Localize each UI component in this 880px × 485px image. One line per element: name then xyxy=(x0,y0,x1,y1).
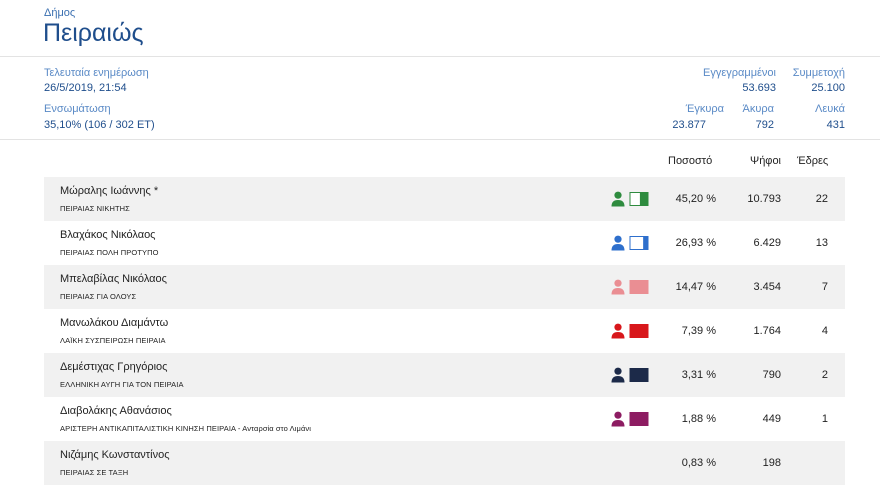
candidate-row[interactable]: Μπελαβίλας Νικόλαος ΠΕΙΡΑΙΑΣ ΓΙΑ ΟΛΟΥΣ 14,… xyxy=(44,265,845,309)
party-color-icon xyxy=(610,367,650,383)
candidate-row[interactable]: Νιζάμης Κωνσταντίνος ΠΕΙΡΑΙΑΣ ΣΕ ΤΑΞΗ 0,83… xyxy=(44,441,845,485)
party-name: ΛΑΪΚΗ ΣΥΣΠΕΙΡΩΣΗ ΠΕΙΡΑΙΑ xyxy=(60,336,166,345)
party-name: ΠΕΙΡΑΙΑΣ ΝΙΚΗΤΗΣ xyxy=(60,204,130,213)
vote-count: 3.454 xyxy=(753,281,781,293)
party-name: ΠΕΙΡΑΙΑΣ ΣΕ ΤΑΞΗ xyxy=(60,468,129,477)
registered-label: Εγγεγραμμένοι xyxy=(703,67,776,79)
seat-count: 1 xyxy=(821,413,828,425)
valid-value: 23.877 xyxy=(672,119,706,131)
vote-count: 10.793 xyxy=(747,193,781,205)
vote-count: 1.764 xyxy=(753,325,781,337)
candidate-name: Δεμέστιχας Γρηγόριος xyxy=(60,361,168,373)
seat-count: 22 xyxy=(815,193,828,205)
person-icon xyxy=(611,411,625,427)
seat-count: 4 xyxy=(821,325,828,337)
municipality-kind-label: Δήμος xyxy=(44,7,76,19)
integration-value: 35,10% (106 / 302 ΕΤ) xyxy=(44,119,155,131)
results-table: Μώραλης Ιωάννης * ΠΕΙΡΑΙΑΣ ΝΙΚΗΤΗΣ 45,20 %… xyxy=(44,177,845,485)
candidate-name: Μπελαβίλας Νικόλαος xyxy=(60,273,167,285)
vote-percent: 45,20 % xyxy=(675,193,716,205)
column-header-seats: Έδρες xyxy=(797,155,829,167)
party-color-icon xyxy=(610,279,650,295)
invalid-label: Άκυρα xyxy=(742,103,774,115)
column-header-votes: Ψήφοι xyxy=(750,155,782,167)
candidate-row[interactable]: Δεμέστιχας Γρηγόριος ΕΛΛΗΝΙΚΗ ΑΥΓΗ ΓΙΑ ΤΟ… xyxy=(44,353,845,397)
party-color-icon xyxy=(610,323,650,339)
summary-panel: Τελευταία ενημέρωση 26/5/2019, 21:54 Ενσ… xyxy=(0,57,880,140)
vote-percent: 26,93 % xyxy=(675,237,716,249)
blank-value: 431 xyxy=(826,119,845,131)
turnout-value: 25.100 xyxy=(811,82,845,94)
vote-count: 6.429 xyxy=(753,237,781,249)
candidate-row[interactable]: Μανωλάκου Διαμάντω ΛΑΪΚΗ ΣΥΣΠΕΙΡΩΣΗ ΠΕΙΡΑ… xyxy=(44,309,845,353)
vote-percent: 14,47 % xyxy=(675,281,716,293)
candidate-name: Μανωλάκου Διαμάντω xyxy=(60,317,169,329)
seat-count: 13 xyxy=(815,237,828,249)
page-header: Δήμος Πειραιώς xyxy=(0,0,880,57)
vote-percent: 7,39 % xyxy=(681,325,716,337)
last-update-label: Τελευταία ενημέρωση xyxy=(44,67,149,79)
party-name: ΠΕΙΡΑΙΑΣ ΠΟΛΗ ΠΡΟΤΥΠΟ xyxy=(60,248,159,257)
party-name: ΕΛΛΗΝΙΚΗ ΑΥΓΗ ΓΙΑ ΤΟΝ ΠΕΙΡΑΙΑ xyxy=(60,380,184,389)
invalid-value: 792 xyxy=(755,119,774,131)
candidate-name: Νιζάμης Κωνσταντίνος xyxy=(60,449,170,461)
candidate-row[interactable]: Μώραλης Ιωάννης * ΠΕΙΡΑΙΑΣ ΝΙΚΗΤΗΣ 45,20 %… xyxy=(44,177,845,221)
candidate-name: Μώραλης Ιωάννης * xyxy=(60,185,159,197)
party-name: ΠΕΙΡΑΙΑΣ ΓΙΑ ΟΛΟΥΣ xyxy=(60,292,137,301)
person-icon xyxy=(611,367,625,383)
vote-percent: 0,83 % xyxy=(681,457,716,469)
vote-percent: 3,31 % xyxy=(681,369,716,381)
blank-label: Λευκά xyxy=(815,103,845,115)
seat-count: 2 xyxy=(821,369,828,381)
party-name: ΑΡΙΣΤΕΡΗ ΑΝΤΙΚΑΠΙΤΑΛΙΣΤΙΚΗ ΚΙΝΗΣΗ ΠΕΙΡΑΙ… xyxy=(60,424,312,433)
candidate-row[interactable]: Διαβολάκης Αθανάσιος ΑΡΙΣΤΕΡΗ ΑΝΤΙΚΑΠΙΤΑΛ… xyxy=(44,397,845,441)
vote-count: 198 xyxy=(762,457,781,469)
person-icon xyxy=(611,191,625,207)
registered-value: 53.693 xyxy=(742,82,776,94)
party-color-icon xyxy=(610,191,650,207)
candidate-row[interactable]: Βλαχάκος Νικόλαος ΠΕΙΡΑΙΑΣ ΠΟΛΗ ΠΡΟΤΥΠΟ 26… xyxy=(44,221,845,265)
party-color-icon xyxy=(610,235,650,251)
vote-count: 449 xyxy=(762,413,781,425)
person-icon xyxy=(611,235,625,251)
vote-count: 790 xyxy=(762,369,781,381)
seat-count: 7 xyxy=(821,281,828,293)
last-update-value: 26/5/2019, 21:54 xyxy=(44,82,127,94)
turnout-label: Συμμετοχή xyxy=(792,67,845,79)
vote-percent: 1,88 % xyxy=(681,413,716,425)
person-icon xyxy=(611,323,625,339)
candidate-name: Διαβολάκης Αθανάσιος xyxy=(60,405,172,417)
column-header-percent: Ποσοστό xyxy=(668,155,713,167)
candidate-name: Βλαχάκος Νικόλαος xyxy=(60,229,156,241)
integration-label: Ενσωμάτωση xyxy=(44,103,111,115)
valid-label: Έγκυρα xyxy=(685,103,724,115)
party-color-icon xyxy=(610,411,650,427)
person-icon xyxy=(611,279,625,295)
page-title: Πειραιώς xyxy=(43,19,144,47)
